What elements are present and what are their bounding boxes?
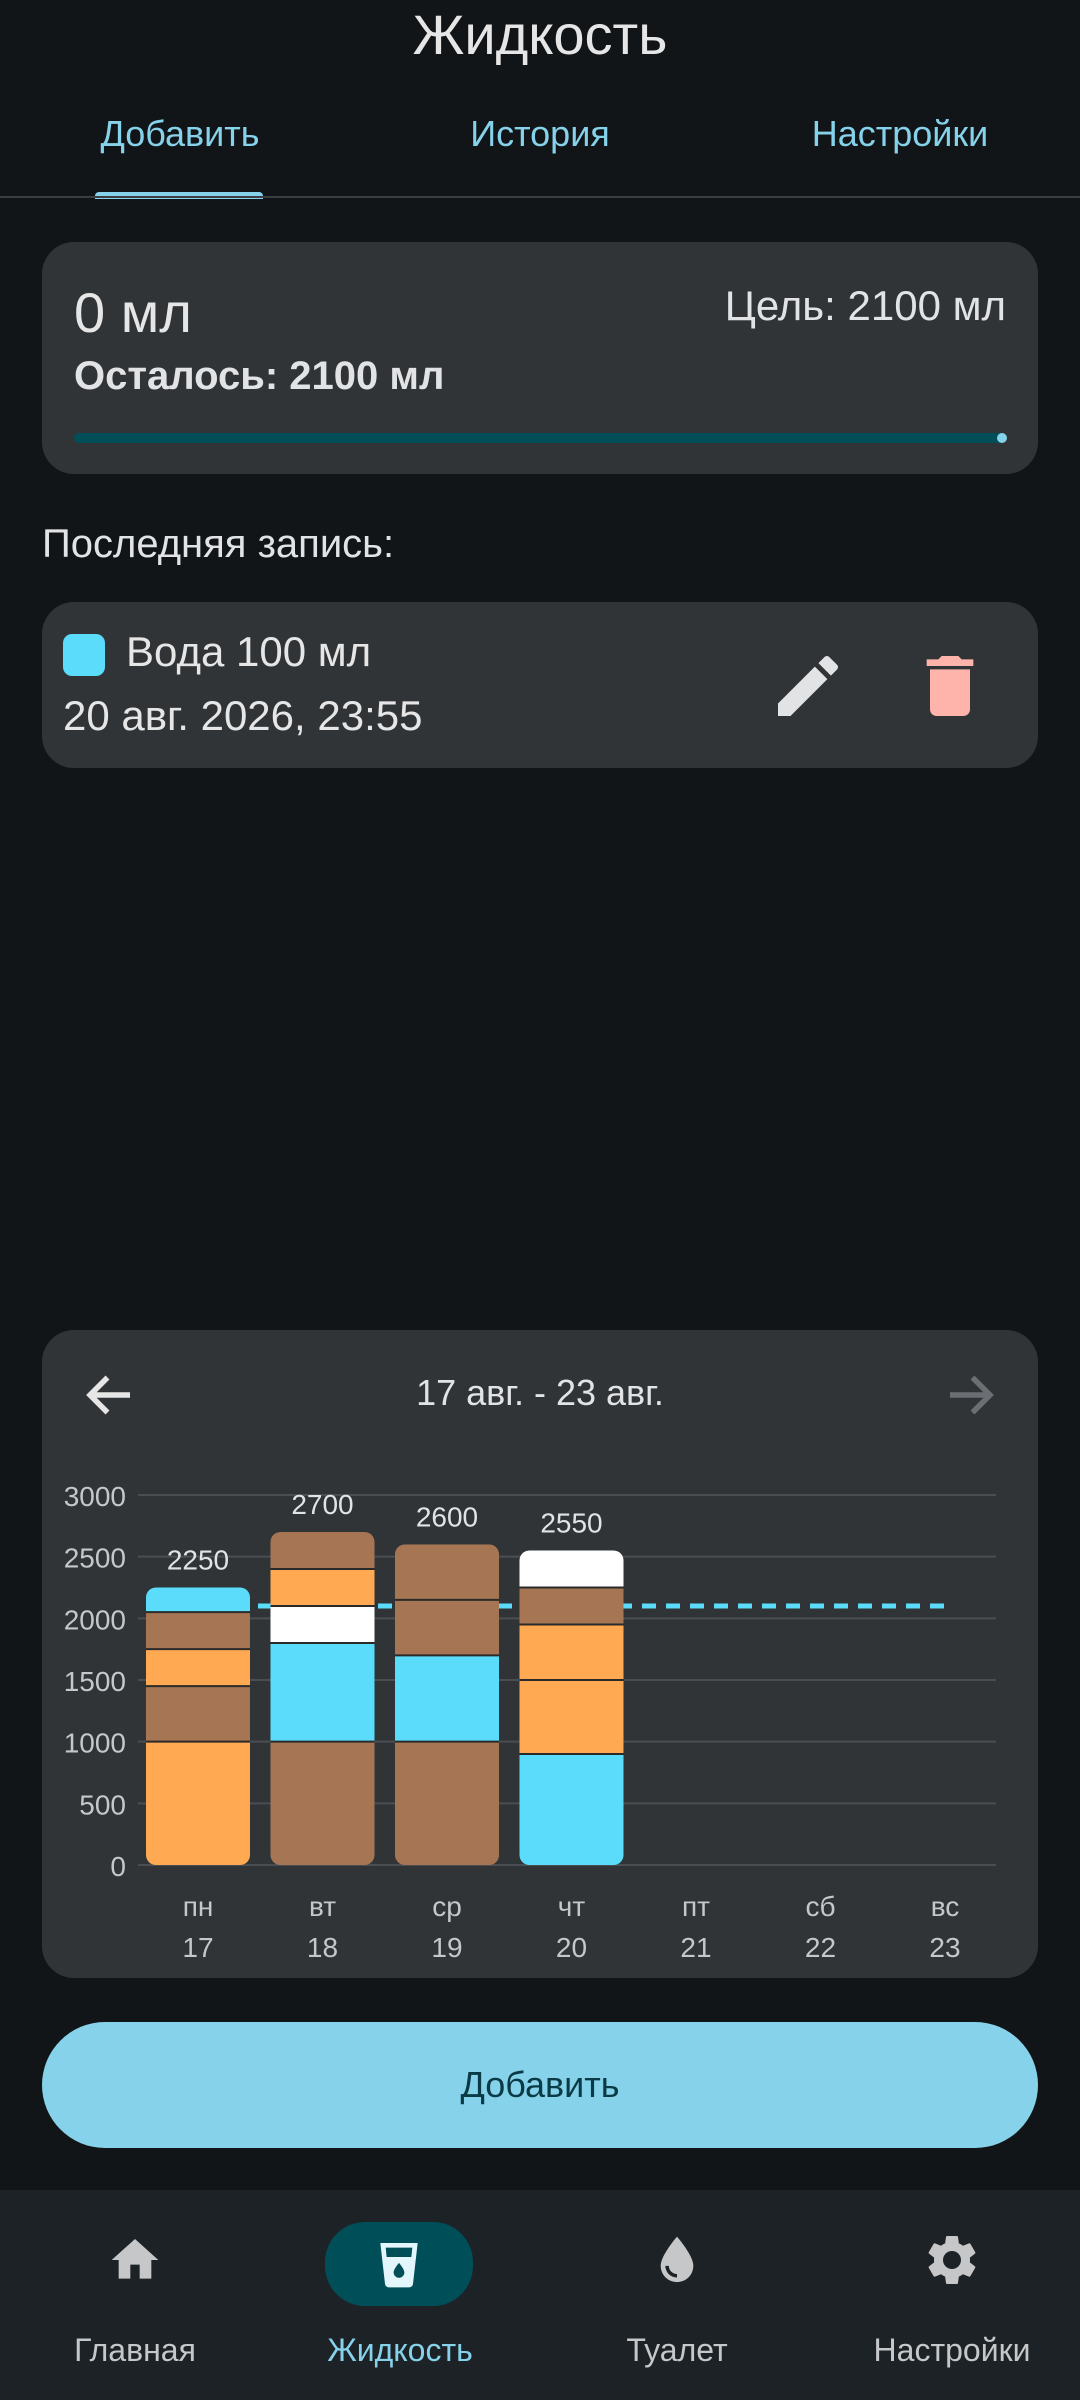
nav-fluid-active-pill xyxy=(325,2222,473,2306)
x-day-number-label: 17 xyxy=(182,1932,213,1963)
bar-segment xyxy=(270,1741,375,1865)
x-day-name-label: пн xyxy=(183,1891,214,1922)
y-tick-label: 3000 xyxy=(64,1481,126,1512)
bar-stack xyxy=(270,1532,375,1865)
progress-end-dot xyxy=(997,433,1007,443)
bar-total-label: 2700 xyxy=(291,1489,353,1520)
remaining-amount: Осталось: 2100 мл xyxy=(74,354,445,398)
entry-drink-name: Вода 100 мл xyxy=(126,628,372,675)
entry-datetime: 20 авг. 2026, 23:55 xyxy=(63,692,423,739)
bar-segment xyxy=(146,1587,250,1613)
y-tick-label: 2500 xyxy=(64,1543,126,1574)
bar-segment xyxy=(146,1649,250,1687)
nav-fluid-label: Жидкость xyxy=(327,2332,473,2368)
bar-segment xyxy=(270,1569,375,1606)
x-day-name-label: пт xyxy=(682,1891,710,1922)
y-tick-label: 1000 xyxy=(64,1728,126,1759)
x-day-number-label: 23 xyxy=(929,1932,960,1963)
bar-segment xyxy=(519,1624,624,1680)
bar-segment xyxy=(146,1612,250,1650)
nav-settings-label: Настройки xyxy=(873,2332,1031,2368)
page-title: Жидкость xyxy=(412,3,668,66)
y-tick-label: 500 xyxy=(79,1789,126,1820)
nav-home-label: Главная xyxy=(74,2332,196,2368)
x-day-number-label: 18 xyxy=(307,1932,338,1963)
drop-icon xyxy=(660,2236,694,2283)
y-tick-label: 0 xyxy=(110,1851,126,1882)
bar-segment xyxy=(519,1587,624,1625)
last-entry-heading: Последняя запись: xyxy=(42,522,395,566)
bar-segment xyxy=(270,1532,375,1569)
bar-stack xyxy=(395,1544,499,1865)
tab-history[interactable]: История xyxy=(420,113,660,155)
drink-color-swatch xyxy=(63,634,105,676)
x-day-name-label: вс xyxy=(931,1891,960,1922)
home-icon xyxy=(111,2239,159,2279)
cup-icon xyxy=(380,2243,418,2288)
gear-icon xyxy=(928,2236,976,2284)
bar-total-label: 2550 xyxy=(540,1508,602,1539)
bar-segment xyxy=(395,1741,499,1865)
bottom-navigation: Главная Жидкость Туалет Настройки xyxy=(0,2190,1080,2400)
x-day-name-label: сб xyxy=(805,1891,835,1922)
bar-segment xyxy=(146,1686,250,1742)
x-day-name-label: чт xyxy=(558,1891,586,1922)
bar-segment xyxy=(270,1606,375,1643)
trash-icon xyxy=(926,656,974,716)
tab-divider xyxy=(0,196,1080,198)
bar-segment xyxy=(519,1550,624,1588)
y-tick-label: 1500 xyxy=(64,1666,126,1697)
daily-goal: Цель: 2100 мл xyxy=(724,282,1006,329)
daily-summary-card: 0 мл Цель: 2100 мл Осталось: 2100 мл xyxy=(42,242,1038,474)
add-fluid-button[interactable]: Добавить xyxy=(42,2022,1038,2148)
edit-entry-button[interactable] xyxy=(768,646,848,726)
nav-settings[interactable]: Настройки xyxy=(817,2190,1080,2400)
last-entry-card[interactable]: Вода 100 мл 20 авг. 2026, 23:55 xyxy=(42,602,1038,768)
y-tick-label: 2000 xyxy=(64,1604,126,1635)
bar-segment xyxy=(270,1643,375,1742)
bar-segment xyxy=(395,1544,499,1600)
bar-total-label: 2250 xyxy=(167,1545,229,1576)
x-day-number-label: 21 xyxy=(680,1932,711,1963)
x-day-number-label: 20 xyxy=(556,1932,587,1963)
x-day-number-label: 19 xyxy=(431,1932,462,1963)
tab-add[interactable]: Добавить xyxy=(60,113,300,155)
nav-toilet-label: Туалет xyxy=(626,2332,728,2368)
x-day-name-label: ср xyxy=(432,1891,462,1922)
x-day-name-label: вт xyxy=(309,1891,336,1922)
bar-stack xyxy=(146,1587,250,1865)
tab-bar: Добавить История Настройки xyxy=(0,105,1080,199)
bar-segment xyxy=(395,1655,499,1742)
progress-bar xyxy=(74,433,1006,443)
bar-segment xyxy=(519,1754,624,1865)
x-day-number-label: 22 xyxy=(805,1932,836,1963)
delete-entry-button[interactable] xyxy=(910,646,990,726)
bar-segment xyxy=(146,1741,250,1865)
fluid-bar-chart: 0 500 1000 1500 2000 2500 3000 2250 пн 17 2700 вт 18… xyxy=(64,1481,996,1963)
bar-stack xyxy=(519,1550,624,1865)
weekly-chart-card: 17 авг. - 23 авг. 0 500 1000 1500 2000 2500 30… xyxy=(42,1330,1038,1978)
consumed-amount: 0 мл xyxy=(74,281,192,344)
nav-toilet[interactable]: Туалет xyxy=(542,2190,812,2400)
nav-home[interactable]: Главная xyxy=(0,2190,270,2400)
tab-settings[interactable]: Настройки xyxy=(780,113,1020,155)
nav-fluid[interactable]: Жидкость xyxy=(265,2190,535,2400)
bar-segment xyxy=(519,1680,624,1754)
pencil-icon xyxy=(778,655,839,716)
bar-segment xyxy=(395,1599,499,1656)
bar-total-label: 2600 xyxy=(416,1501,478,1532)
